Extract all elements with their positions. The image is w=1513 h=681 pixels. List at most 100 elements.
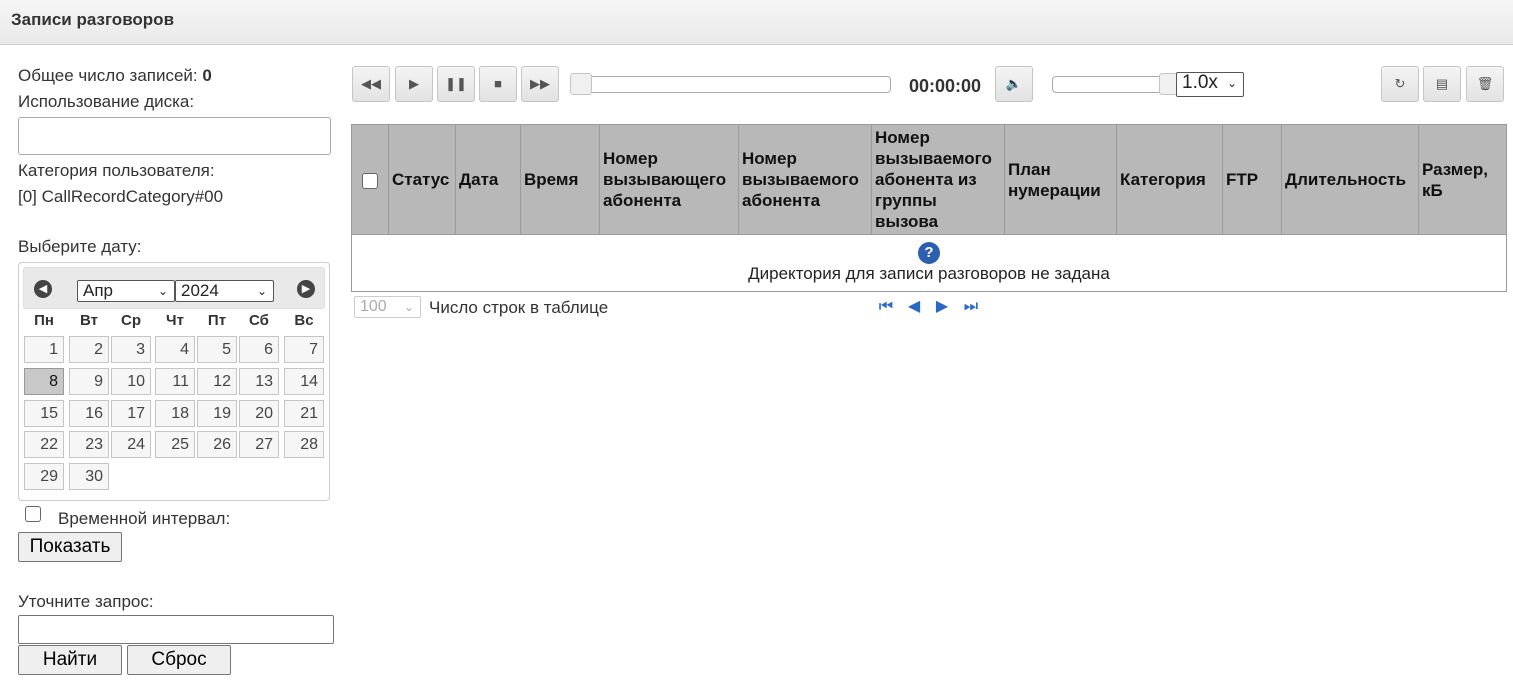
playback-speed-value: 1.0x — [1182, 72, 1218, 93]
weekday-header: Вт — [80, 312, 98, 329]
total-records: Общее число записей: 0 — [18, 66, 334, 86]
last-page-icon[interactable]: ⏭ — [962, 298, 980, 316]
pause-button[interactable]: ❚❚ — [437, 66, 475, 102]
archive-icon: ▤ — [1435, 76, 1449, 91]
calendar-day[interactable]: 1 — [24, 336, 64, 363]
page-title: Записи разговоров — [11, 10, 175, 29]
calendar-day[interactable]: 15 — [24, 400, 64, 427]
calendar-day[interactable]: 30 — [69, 463, 109, 490]
calendar-day[interactable]: 14 — [284, 368, 324, 395]
calendar-day[interactable]: 2 — [69, 336, 109, 363]
volume-slider[interactable] — [1052, 76, 1167, 93]
calendar-day[interactable]: 8 — [24, 368, 64, 395]
rewind-button[interactable]: ◀◀ — [352, 66, 390, 102]
trash-icon: 🗑 — [1476, 76, 1494, 91]
interval-checkbox[interactable] — [25, 506, 41, 522]
table-header-row: Статус Дата Время Номер вызывающего абон… — [351, 124, 1507, 235]
col-date[interactable]: Дата — [455, 124, 521, 235]
select-all-checkbox[interactable] — [362, 172, 378, 189]
archive-button[interactable]: ▤ — [1423, 66, 1461, 102]
rows-per-page-select[interactable]: 100 ⌄ — [354, 296, 421, 318]
calendar-day[interactable]: 26 — [197, 431, 237, 458]
col-callee-number[interactable]: Номер вызываемого абонента — [738, 124, 872, 235]
mute-button[interactable]: 🔈 — [995, 66, 1033, 102]
calendar-day[interactable]: 21 — [284, 400, 324, 427]
calendar-day[interactable]: 27 — [239, 431, 279, 458]
col-category[interactable]: Категория — [1116, 124, 1223, 235]
date-picker: ◀ Апр ⌄ 2024 ⌄ ▶ Пн Вт Ср Чт Пт Сб Вс 12345678… — [18, 262, 330, 501]
weekday-header: Вс — [294, 312, 314, 329]
show-button[interactable]: Показать — [18, 532, 122, 562]
refine-query-input[interactable] — [18, 615, 334, 644]
calendar-day[interactable]: 19 — [197, 400, 237, 427]
disk-usage-bar — [18, 117, 331, 155]
reset-button[interactable]: Сброс — [127, 645, 231, 675]
calendar-day[interactable]: 9 — [69, 368, 109, 395]
pause-icon: ❚❚ — [445, 76, 467, 91]
total-records-label: Общее число записей: — [18, 66, 198, 85]
calendar-day[interactable]: 7 — [284, 336, 324, 363]
chevron-down-icon: ⌄ — [1226, 76, 1237, 90]
stop-button[interactable]: ■ — [479, 66, 517, 102]
col-callee-group-number[interactable]: Номер вызываемого абонента из группы выз… — [871, 124, 1005, 235]
month-select[interactable]: Апр ⌄ — [77, 280, 175, 302]
volume-icon: 🔈 — [1005, 76, 1023, 91]
left-panel: Общее число записей: 0 Использование дис… — [18, 66, 334, 257]
first-page-icon[interactable]: ⏮ — [877, 298, 895, 316]
user-category-value: [0] CallRecordCategory#00 — [18, 187, 224, 206]
refresh-icon: ↻ — [1394, 76, 1406, 91]
chevron-down-icon: ⌄ — [157, 284, 168, 298]
refresh-button[interactable]: ↻ — [1381, 66, 1419, 102]
calendar-day[interactable]: 5 — [197, 336, 237, 363]
calendar-day[interactable]: 13 — [239, 368, 279, 395]
calendar-day[interactable]: 4 — [155, 336, 195, 363]
calendar-day[interactable]: 24 — [111, 431, 151, 458]
calendar-day[interactable]: 17 — [111, 400, 151, 427]
calendar-day[interactable]: 3 — [111, 336, 151, 363]
calendar-day[interactable]: 22 — [24, 431, 64, 458]
calendar-day[interactable]: 20 — [239, 400, 279, 427]
calendar-day[interactable]: 6 — [239, 336, 279, 363]
col-status[interactable]: Статус — [388, 124, 456, 235]
delete-button[interactable]: 🗑 — [1466, 66, 1504, 102]
col-time[interactable]: Время — [520, 124, 600, 235]
calendar-day[interactable]: 10 — [111, 368, 151, 395]
next-page-icon[interactable]: ▶ — [933, 298, 951, 316]
calendar-day[interactable]: 18 — [155, 400, 195, 427]
col-caller-number[interactable]: Номер вызывающего абонента — [599, 124, 739, 235]
rows-per-page-value: 100 — [360, 298, 387, 315]
calendar-day[interactable]: 25 — [155, 431, 195, 458]
calendar-day[interactable]: 16 — [69, 400, 109, 427]
fast-forward-button[interactable]: ▶▶ — [521, 66, 559, 102]
weekday-header: Пт — [207, 312, 227, 329]
records-table: Статус Дата Время Номер вызывающего абон… — [351, 124, 1507, 292]
playback-progress-handle[interactable] — [570, 73, 592, 95]
calendar-day[interactable]: 12 — [197, 368, 237, 395]
next-month-icon[interactable]: ▶ — [297, 280, 315, 298]
chevron-down-icon: ⌄ — [403, 300, 414, 314]
interval-label: Временной интервал: — [58, 509, 231, 528]
calendar-day[interactable]: 11 — [155, 368, 195, 395]
play-button[interactable]: ▶ — [395, 66, 433, 102]
col-duration[interactable]: Длительность — [1281, 124, 1419, 235]
playback-progress-slider[interactable] — [570, 76, 891, 93]
calendar-day[interactable]: 28 — [284, 431, 324, 458]
table-empty-row: ? Директория для записи разговоров не за… — [351, 234, 1507, 292]
weekday-header: Пн — [34, 312, 54, 329]
prev-page-icon[interactable]: ◀ — [905, 298, 923, 316]
year-select[interactable]: 2024 ⌄ — [175, 280, 274, 302]
find-button[interactable]: Найти — [18, 645, 122, 675]
select-date-label: Выберите дату: — [18, 237, 142, 256]
select-all-column — [351, 124, 389, 235]
col-ftp[interactable]: FTP — [1222, 124, 1282, 235]
prev-month-icon[interactable]: ◀ — [34, 280, 52, 298]
playback-time: 00:00:00 — [909, 76, 982, 96]
weekday-header: Сб — [249, 312, 269, 329]
calendar-day[interactable]: 29 — [24, 463, 64, 490]
fast-forward-icon: ▶▶ — [530, 76, 550, 91]
col-size[interactable]: Размер, кБ — [1418, 124, 1507, 235]
calendar-day[interactable]: 23 — [69, 431, 109, 458]
playback-speed-select[interactable]: 1.0x ⌄ — [1176, 72, 1244, 97]
chevron-down-icon: ⌄ — [256, 284, 267, 298]
col-numbering-plan[interactable]: План нумерации — [1004, 124, 1117, 235]
